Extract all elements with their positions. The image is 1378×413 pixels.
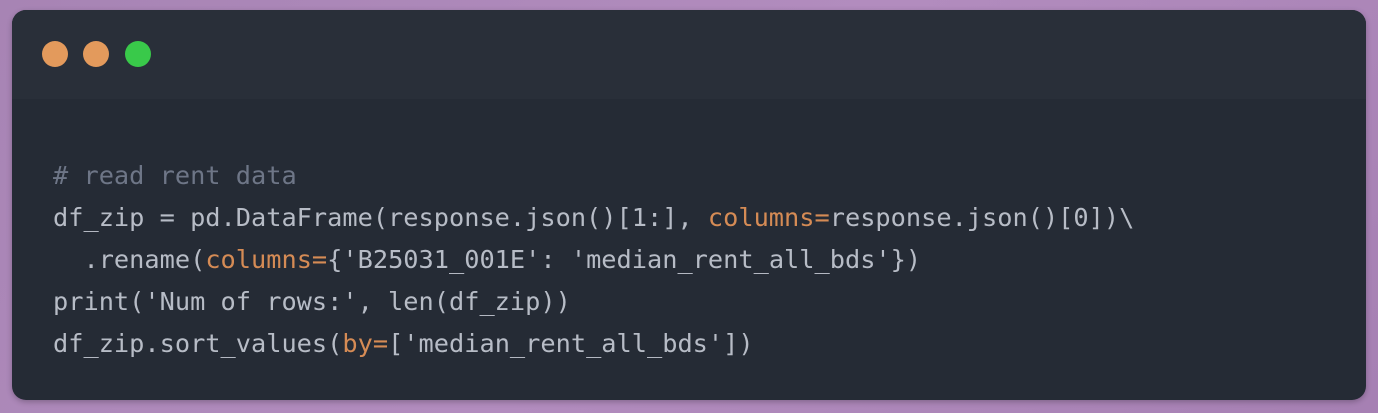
code-line-4: print('Num of rows:', len(df_zip)) [53,281,1134,323]
code-line-2: df_zip = pd.DataFrame(response.json()[1:… [53,197,1134,239]
minimize-window-button[interactable] [83,41,109,67]
code-text: ['median_rent_all_bds']) [388,329,754,358]
code-window: # read rent data df_zip = pd.DataFrame(re… [12,10,1366,400]
code-keyword-arg: by= [342,329,389,358]
code-text: {'B25031_001E': 'median_rent_all_bds'}) [327,245,922,274]
code-line-3: .rename(columns={'B25031_001E': 'median_… [53,239,1134,281]
code-comment: # read rent data [53,161,297,190]
maximize-window-button[interactable] [125,41,151,67]
code-line-1: # read rent data [53,155,1134,197]
code-text: df_zip.sort_values( [53,329,343,358]
code-text: df_zip = pd.DataFrame(response.json()[1:… [53,203,708,232]
code-text: .rename( [53,245,206,274]
code-block: # read rent data df_zip = pd.DataFrame(re… [53,155,1134,365]
code-line-5: df_zip.sort_values(by=['median_rent_all_… [53,323,1134,365]
code-text: response.json()[0])\ [829,203,1135,232]
code-keyword-arg: columns= [707,203,830,232]
code-keyword-arg: columns= [205,245,328,274]
window-titlebar [12,10,1366,99]
code-text: print('Num of rows:', len(df_zip)) [53,287,571,316]
close-window-button[interactable] [42,41,68,67]
